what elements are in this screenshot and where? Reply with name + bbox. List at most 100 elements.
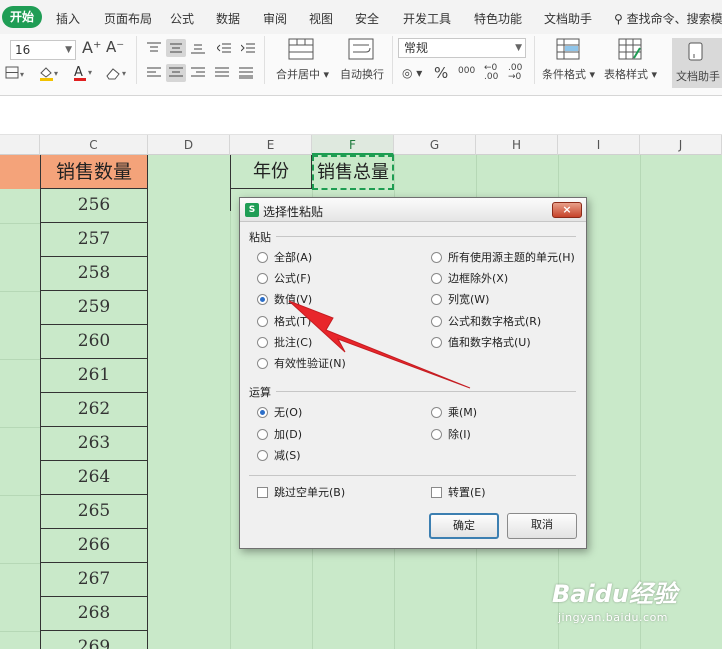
increase-decimal-icon[interactable]: ←0.00 <box>484 64 498 82</box>
operation-option-add[interactable]: 加(D) <box>257 428 302 442</box>
tab-security[interactable]: 安全 <box>355 10 379 27</box>
grid-line <box>0 427 40 428</box>
currency-icon[interactable]: ◎ ▾ <box>402 66 422 80</box>
wrap-text-icon[interactable] <box>348 38 374 63</box>
cell-b1[interactable] <box>0 155 40 189</box>
justify-icon[interactable] <box>212 64 232 82</box>
conditional-format-icon[interactable] <box>556 38 580 63</box>
sales-qty-cell[interactable]: 257 <box>40 223 148 257</box>
skip-blanks-checkbox[interactable]: 跳过空单元(B) <box>257 486 345 500</box>
paste-option-no-borders[interactable]: 边框除外(X) <box>431 272 508 286</box>
column-header-i[interactable]: I <box>558 135 640 155</box>
decrease-font-button[interactable]: A⁻ <box>106 38 124 56</box>
table-style-icon[interactable] <box>618 38 642 63</box>
paste-option-all[interactable]: 全部(A) <box>257 251 312 265</box>
tab-insert[interactable]: 插入 <box>56 10 80 27</box>
tab-developer[interactable]: 开发工具 <box>403 10 451 27</box>
cancel-button[interactable]: 取消 <box>507 513 577 539</box>
dialog-title-bar[interactable]: S 选择性粘贴 × <box>240 198 586 222</box>
header-sales-qty[interactable]: 销售数量 <box>40 155 148 189</box>
sales-qty-cell[interactable]: 264 <box>40 461 148 495</box>
transpose-checkbox[interactable]: 转置(E) <box>431 486 486 500</box>
sales-qty-cell[interactable]: 258 <box>40 257 148 291</box>
paste-option-formulas-numbers[interactable]: 公式和数字格式(R) <box>431 315 541 329</box>
tab-view[interactable]: 视图 <box>309 10 333 27</box>
doc-helper-button[interactable]: 文档助手 <box>672 38 722 88</box>
column-header-b[interactable] <box>0 135 40 155</box>
sales-qty-cell[interactable]: 266 <box>40 529 148 563</box>
sales-qty-cell[interactable]: 263 <box>40 427 148 461</box>
command-search[interactable]: ⚲ 查找命令、搜索模板 <box>614 10 722 27</box>
sales-qty-cell[interactable]: 269 <box>40 631 148 649</box>
grid-line <box>0 359 40 360</box>
decrease-decimal-icon[interactable]: .00 →0 <box>508 64 522 82</box>
font-size-value: 16 <box>15 43 31 57</box>
operation-option-divide[interactable]: 除(I) <box>431 428 471 442</box>
paste-option-comments[interactable]: 批注(C) <box>257 336 312 350</box>
font-size-select[interactable]: 16 ▼ <box>10 40 76 60</box>
sales-qty-cell[interactable]: 259 <box>40 291 148 325</box>
column-header-h[interactable]: H <box>476 135 558 155</box>
radio-icon <box>431 251 442 263</box>
paste-option-values-numbers[interactable]: 值和数字格式(U) <box>431 336 531 350</box>
close-button[interactable]: × <box>552 202 582 218</box>
paste-option-source-theme[interactable]: 所有使用源主题的单元(H) <box>431 251 575 265</box>
tab-home[interactable]: 开始 <box>2 6 42 28</box>
increase-font-button[interactable]: A⁺ <box>82 38 101 57</box>
option-label: 除(I) <box>448 428 471 441</box>
align-right-icon[interactable] <box>188 64 208 82</box>
merge-center-icon[interactable] <box>288 38 314 63</box>
tab-formulas[interactable]: 公式 <box>170 10 194 27</box>
sales-qty-cell[interactable]: 268 <box>40 597 148 631</box>
tab-review[interactable]: 审阅 <box>263 10 287 27</box>
column-header-g[interactable]: G <box>394 135 476 155</box>
operation-option-multiply[interactable]: 乘(M) <box>431 406 477 420</box>
table-style-button[interactable]: 表格样式 ▾ <box>604 66 657 82</box>
paste-option-formats[interactable]: 格式(T) <box>257 315 311 329</box>
sales-qty-cell[interactable]: 267 <box>40 563 148 597</box>
sales-qty-cell[interactable]: 262 <box>40 393 148 427</box>
radio-selected-icon <box>257 293 268 305</box>
tab-data[interactable]: 数据 <box>216 10 240 27</box>
tab-special-features[interactable]: 特色功能 <box>474 10 522 27</box>
column-header-f[interactable]: F <box>312 135 394 155</box>
align-center-icon[interactable] <box>166 64 186 82</box>
sales-qty-cell[interactable]: 261 <box>40 359 148 393</box>
fill-color-icon[interactable]: ▾ <box>38 65 62 84</box>
sales-qty-cell[interactable]: 265 <box>40 495 148 529</box>
column-header-c[interactable]: C <box>40 135 148 155</box>
tab-page-layout[interactable]: 页面布局 <box>104 10 152 27</box>
operation-option-none[interactable]: 无(O) <box>257 406 302 420</box>
paste-option-values[interactable]: 数值(V) <box>257 293 312 307</box>
paste-option-validation[interactable]: 有效性验证(N) <box>257 357 346 371</box>
header-total-sales[interactable]: 销售总量 <box>312 155 394 190</box>
conditional-format-button[interactable]: 条件格式 ▾ <box>542 66 595 82</box>
sales-qty-cell[interactable]: 260 <box>40 325 148 359</box>
align-left-icon[interactable] <box>144 64 164 82</box>
decrease-indent-icon[interactable] <box>214 39 234 57</box>
distributed-icon[interactable] <box>236 64 256 82</box>
paste-option-column-width[interactable]: 列宽(W) <box>431 293 489 307</box>
column-header-j[interactable]: J <box>640 135 722 155</box>
number-format-select[interactable]: 常规 ▼ <box>398 38 526 58</box>
sales-qty-cell[interactable]: 256 <box>40 189 148 223</box>
border-icon[interactable]: ▾ <box>5 66 27 83</box>
column-header-d[interactable]: D <box>148 135 230 155</box>
ok-button[interactable]: 确定 <box>429 513 499 539</box>
thousands-button[interactable]: 000 <box>458 66 475 76</box>
align-top-icon[interactable] <box>144 39 164 57</box>
merge-center-button[interactable]: 合并居中 ▾ <box>276 66 329 82</box>
wrap-text-label[interactable]: 自动换行 <box>340 66 384 82</box>
tab-doc-helper[interactable]: 文档助手 <box>544 10 592 27</box>
column-header-e[interactable]: E <box>230 135 312 155</box>
checkbox-label: 跳过空单元(B) <box>274 486 346 499</box>
operation-option-subtract[interactable]: 减(S) <box>257 449 301 463</box>
increase-indent-icon[interactable] <box>238 39 258 57</box>
font-color-icon[interactable]: A ▾ <box>72 64 96 84</box>
align-middle-icon[interactable] <box>166 39 186 57</box>
percent-button[interactable]: % <box>434 64 448 82</box>
align-bottom-icon[interactable] <box>188 39 208 57</box>
header-year[interactable]: 年份 <box>230 155 312 189</box>
eraser-icon[interactable]: ▾ <box>104 65 130 84</box>
paste-option-formulas[interactable]: 公式(F) <box>257 272 311 286</box>
